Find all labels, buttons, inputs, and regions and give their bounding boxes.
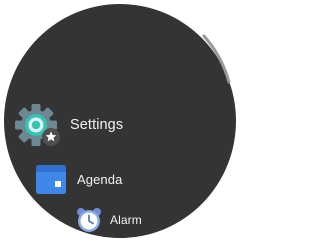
app-label-agenda: Agenda — [77, 171, 123, 187]
calendar-icon — [35, 163, 67, 195]
settings-gear-icon — [14, 101, 62, 149]
app-item-agenda[interactable]: Agenda — [35, 161, 122, 197]
app-item-settings[interactable]: Settings — [14, 96, 123, 154]
screen: Settings Agenda Alarm — [0, 0, 240, 244]
app-item-alarm[interactable]: Alarm — [75, 206, 142, 234]
star-icon — [42, 128, 60, 146]
alarm-clock-icon — [75, 206, 103, 234]
app-label-settings: Settings — [70, 117, 124, 133]
app-label-alarm: Alarm — [110, 213, 142, 227]
